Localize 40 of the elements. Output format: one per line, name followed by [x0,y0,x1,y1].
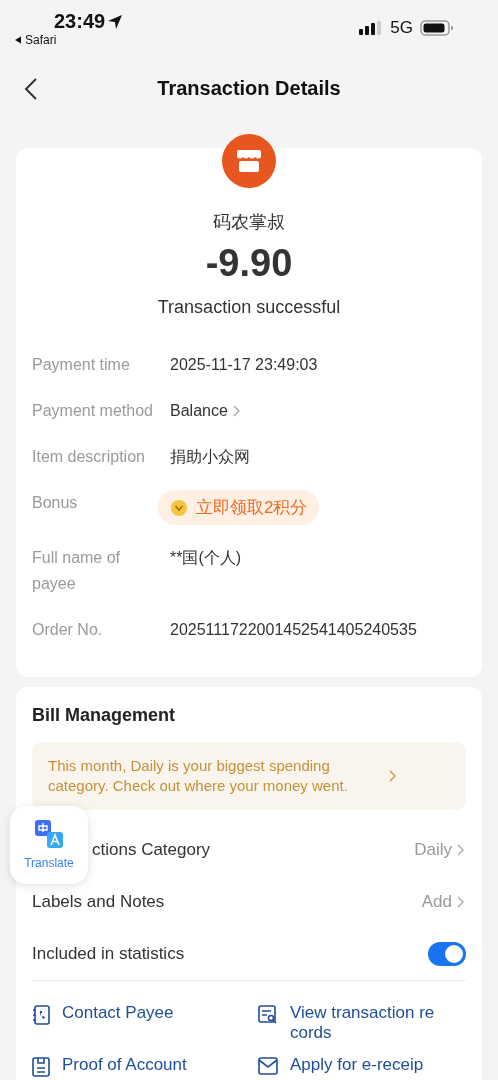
action-link[interactable]: Contact Payee [32,1003,240,1043]
phone-book-icon [32,1005,50,1025]
settings-row[interactable]: ctions Category Daily [92,824,466,876]
chevron-right-icon [231,404,242,418]
toggle-label: Included in statistics [32,944,185,964]
back-app-link[interactable]: Safari [25,33,57,47]
detail-value: 2025-11-17 23:49:03 [170,356,318,373]
transaction-status: Transaction successful [157,297,341,318]
chevron-right-icon [456,895,466,909]
detail-label: Full name of payee [32,548,122,594]
detail-value: 2025111722001452541405240535 [170,621,417,638]
payment-method-link[interactable]: Balance [170,398,242,424]
detail-value: 捐助小众网 [170,448,250,465]
section-title: Bill Management [32,705,177,726]
document-search-icon [258,1005,278,1025]
detail-label: Item description [32,447,146,467]
action-link[interactable]: Proof of Account [32,1055,240,1077]
detail-label: Payment time [32,355,131,375]
translate-button[interactable]: Translate [10,806,88,884]
document-icon [32,1057,50,1077]
translate-icon [35,820,63,848]
back-triangle-icon [14,36,22,44]
detail-value: **国(个人) [170,549,242,566]
signal-icon [359,21,384,35]
statistics-toggle[interactable] [428,942,466,966]
action-link[interactable]: View transaction records [258,1003,466,1043]
chevron-right-icon [456,843,466,857]
page-title: Transaction Details [157,76,341,100]
detail-label: Payment method [32,401,154,421]
detail-label: Bonus [32,493,79,513]
location-arrow-icon [107,13,124,30]
detail-label: Order No. [32,620,104,640]
status-time: 23:49 [54,10,106,33]
network-label: 5G [390,18,413,38]
transaction-amount: -9.90 [205,242,293,285]
coin-icon [170,498,188,517]
merchant-name: 码农掌叔 [213,211,285,234]
action-link[interactable]: Apply for e-receip [258,1055,466,1077]
envelope-icon [258,1057,278,1075]
battery-icon [420,20,454,36]
